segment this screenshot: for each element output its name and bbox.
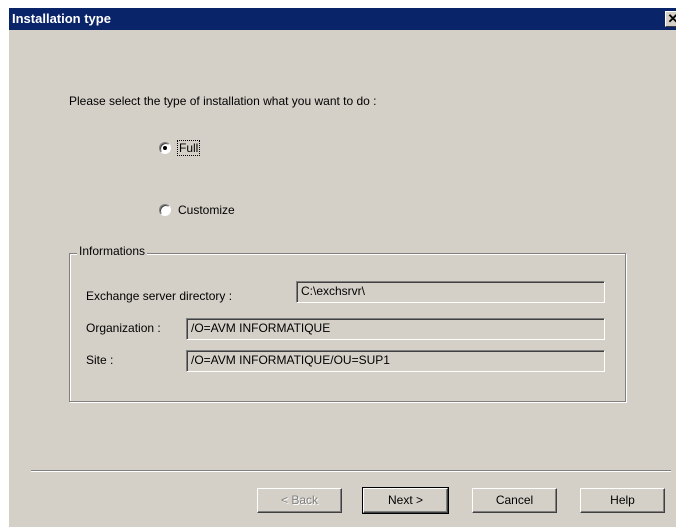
close-icon: ✕	[667, 11, 676, 26]
back-button[interactable]: < Back	[257, 488, 342, 513]
installation-type-dialog: Installation type ✕ Please select the ty…	[9, 8, 676, 527]
window-title: Installation type	[12, 11, 111, 26]
radio-option-full[interactable]: Full	[159, 140, 201, 156]
help-button[interactable]: Help	[580, 488, 665, 513]
radio-button-full[interactable]	[159, 142, 171, 154]
organization-label: Organization :	[86, 321, 161, 335]
radio-label-full[interactable]: Full	[176, 140, 201, 156]
radio-button-customize[interactable]	[159, 204, 171, 216]
radio-label-customize[interactable]: Customize	[178, 203, 235, 217]
cancel-button[interactable]: Cancel	[472, 488, 557, 513]
site-label: Site :	[86, 353, 114, 367]
close-button[interactable]: ✕	[665, 11, 676, 27]
site-field[interactable]: /O=AVM INFORMATIQUE/OU=SUP1	[186, 350, 605, 372]
next-button[interactable]: Next >	[362, 487, 449, 514]
organization-field[interactable]: /O=AVM INFORMATIQUE	[186, 318, 605, 340]
informations-legend: Informations	[77, 244, 148, 258]
button-separator	[31, 470, 671, 472]
radio-option-customize[interactable]: Customize	[159, 203, 235, 217]
exchange-dir-label: Exchange server directory :	[86, 289, 233, 303]
exchange-dir-field[interactable]: C:\exchsrvr\	[296, 281, 605, 303]
title-bar: Installation type	[9, 8, 676, 30]
installation-prompt: Please select the type of installation w…	[69, 94, 377, 108]
